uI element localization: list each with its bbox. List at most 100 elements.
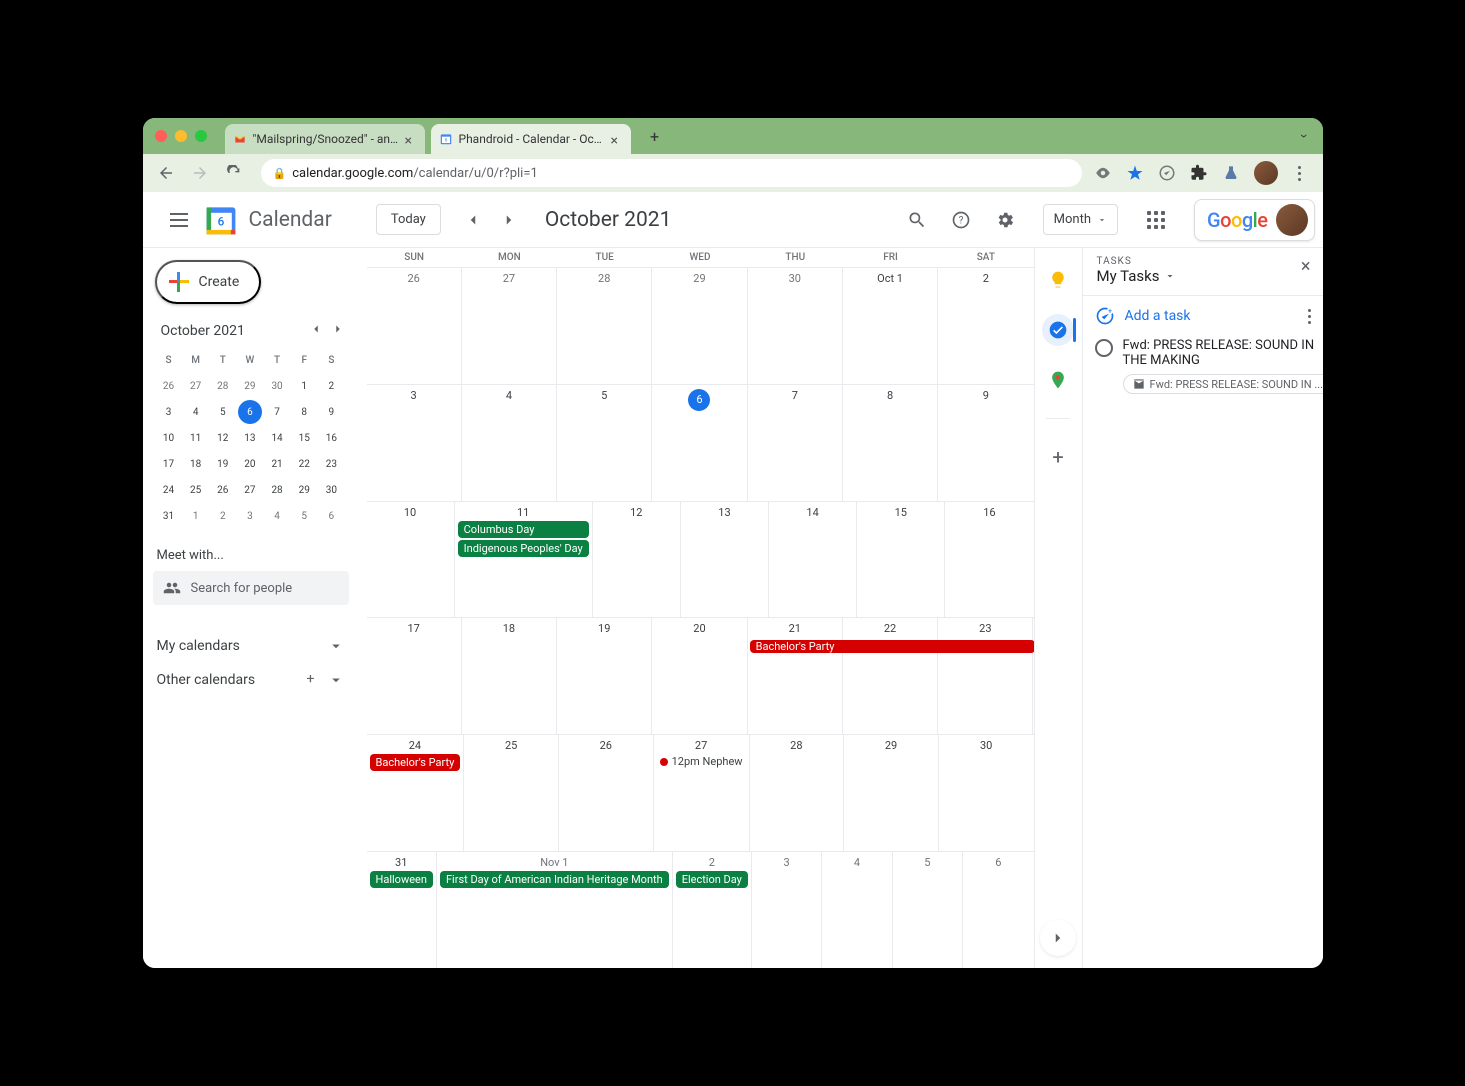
window-close-icon[interactable]	[155, 130, 167, 142]
event-chip[interactable]: Indigenous Peoples' Day	[458, 540, 589, 557]
keep-button[interactable]	[1042, 264, 1074, 296]
day-cell[interactable]: 23	[938, 618, 1033, 734]
mini-day[interactable]: 27	[184, 374, 208, 398]
event-chip[interactable]: First Day of American Indian Heritage Mo…	[440, 871, 669, 888]
day-cell[interactable]: Nov 1First Day of American Indian Herita…	[437, 852, 673, 968]
day-cell[interactable]: 2Election Day	[673, 852, 752, 968]
event-chip[interactable]: Columbus Day	[458, 521, 589, 538]
day-cell[interactable]: 10	[367, 502, 455, 618]
tasks-more-button[interactable]	[1308, 309, 1311, 324]
address-bar[interactable]: 🔒 calendar.google.com/calendar/u/0/r?pli…	[261, 159, 1082, 187]
mini-day[interactable]: 4	[265, 504, 289, 528]
next-period-button[interactable]	[493, 204, 525, 236]
mini-day[interactable]: 8	[292, 400, 316, 424]
extensions-puzzle-icon[interactable]	[1190, 164, 1208, 182]
mini-day[interactable]: 13	[238, 426, 262, 450]
mini-day[interactable]: 29	[292, 478, 316, 502]
close-icon[interactable]: ×	[611, 133, 623, 145]
mini-day[interactable]: 3	[157, 400, 181, 424]
day-cell[interactable]: 25	[464, 735, 559, 851]
day-cell[interactable]: 4	[462, 385, 557, 501]
tasks-list-selector[interactable]: My Tasks	[1097, 267, 1176, 285]
day-cell[interactable]: 16	[945, 502, 1033, 618]
day-cell[interactable]: 5	[893, 852, 963, 968]
day-cell[interactable]: 28	[750, 735, 845, 851]
help-button[interactable]: ?	[941, 200, 981, 240]
tasks-button[interactable]	[1042, 314, 1074, 346]
mini-day[interactable]: 21	[265, 452, 289, 476]
mini-day[interactable]: 2	[211, 504, 235, 528]
mini-day[interactable]: 28	[265, 478, 289, 502]
mini-day[interactable]: 23	[319, 452, 343, 476]
day-cell[interactable]: 7	[748, 385, 843, 501]
mini-day[interactable]: 31	[157, 504, 181, 528]
mini-day[interactable]: 27	[238, 478, 262, 502]
day-cell[interactable]: 20	[652, 618, 747, 734]
close-panel-button[interactable]: ×	[1301, 256, 1311, 277]
day-cell[interactable]: 8	[843, 385, 938, 501]
mini-day[interactable]: 17	[157, 452, 181, 476]
browser-tab-active[interactable]: 6 Phandroid - Calendar - October ×	[431, 124, 631, 154]
side-panel-toggle[interactable]	[1040, 920, 1076, 956]
day-cell[interactable]: 29	[652, 268, 747, 384]
day-cell[interactable]: 30	[939, 735, 1034, 851]
mini-day[interactable]: 12	[211, 426, 235, 450]
task-complete-toggle[interactable]	[1095, 339, 1113, 357]
add-task-button[interactable]: + Add a task	[1095, 306, 1191, 326]
mini-day[interactable]: 30	[265, 374, 289, 398]
mini-day[interactable]: 15	[292, 426, 316, 450]
event-chip[interactable]: Bachelor's Party	[370, 754, 461, 771]
add-calendar-button[interactable]: +	[307, 671, 315, 689]
mini-day[interactable]: 5	[211, 400, 235, 424]
main-menu-button[interactable]	[159, 200, 199, 240]
window-maximize-icon[interactable]	[195, 130, 207, 142]
mini-day[interactable]: 20	[238, 452, 262, 476]
mini-day[interactable]: 6	[238, 400, 262, 424]
day-cell[interactable]: 21	[748, 618, 843, 734]
add-addon-button[interactable]: +	[1042, 441, 1074, 473]
day-cell[interactable]: 27	[462, 268, 557, 384]
mini-day[interactable]: 3	[238, 504, 262, 528]
mini-day[interactable]: 18	[184, 452, 208, 476]
mini-day[interactable]: 1	[184, 504, 208, 528]
back-button[interactable]	[151, 158, 181, 188]
mini-day[interactable]: 6	[319, 504, 343, 528]
mini-prev-button[interactable]	[309, 322, 323, 340]
mini-day[interactable]: 1	[292, 374, 316, 398]
other-calendars-section[interactable]: Other calendars +	[151, 663, 351, 697]
create-button[interactable]: Create	[155, 260, 262, 304]
today-button[interactable]: Today	[376, 204, 441, 235]
mini-day[interactable]: 2	[319, 374, 343, 398]
day-cell[interactable]: 3	[367, 385, 462, 501]
mini-day[interactable]: 25	[184, 478, 208, 502]
day-cell[interactable]: 31Halloween	[367, 852, 437, 968]
extension-icon[interactable]	[1158, 164, 1176, 182]
tab-overflow-button[interactable]: ›	[1296, 134, 1312, 138]
task-attachment-chip[interactable]: Fwd: PRESS RELEASE: SOUND IN ...	[1123, 374, 1323, 394]
mini-day[interactable]: 16	[319, 426, 343, 450]
day-cell[interactable]: 24Bachelor's Party	[367, 735, 465, 851]
day-cell[interactable]: 19	[557, 618, 652, 734]
browser-menu-button[interactable]	[1292, 166, 1307, 181]
mini-day[interactable]: 30	[319, 478, 343, 502]
maps-button[interactable]	[1042, 364, 1074, 396]
mini-day[interactable]: 26	[211, 478, 235, 502]
mini-day[interactable]: 11	[184, 426, 208, 450]
mini-day[interactable]: 4	[184, 400, 208, 424]
day-cell[interactable]: 22	[843, 618, 938, 734]
search-people-input[interactable]: Search for people	[153, 571, 349, 605]
bookmark-star-icon[interactable]	[1126, 164, 1144, 182]
day-cell[interactable]: 26	[367, 268, 462, 384]
day-cell[interactable]: 6	[963, 852, 1033, 968]
day-cell[interactable]: 9	[938, 385, 1033, 501]
day-cell[interactable]: 15	[857, 502, 945, 618]
mini-day[interactable]: 29	[238, 374, 262, 398]
mini-day[interactable]: 9	[319, 400, 343, 424]
mini-next-button[interactable]	[331, 322, 345, 340]
day-cell[interactable]: 4	[822, 852, 892, 968]
task-item[interactable]: Fwd: PRESS RELEASE: SOUND IN THE MAKING …	[1095, 338, 1311, 395]
day-cell[interactable]: 5	[557, 385, 652, 501]
event-span[interactable]: Bachelor's Party	[750, 640, 1035, 653]
day-cell[interactable]: 28	[557, 268, 652, 384]
day-cell[interactable]: 11Columbus DayIndigenous Peoples' Day	[455, 502, 593, 618]
